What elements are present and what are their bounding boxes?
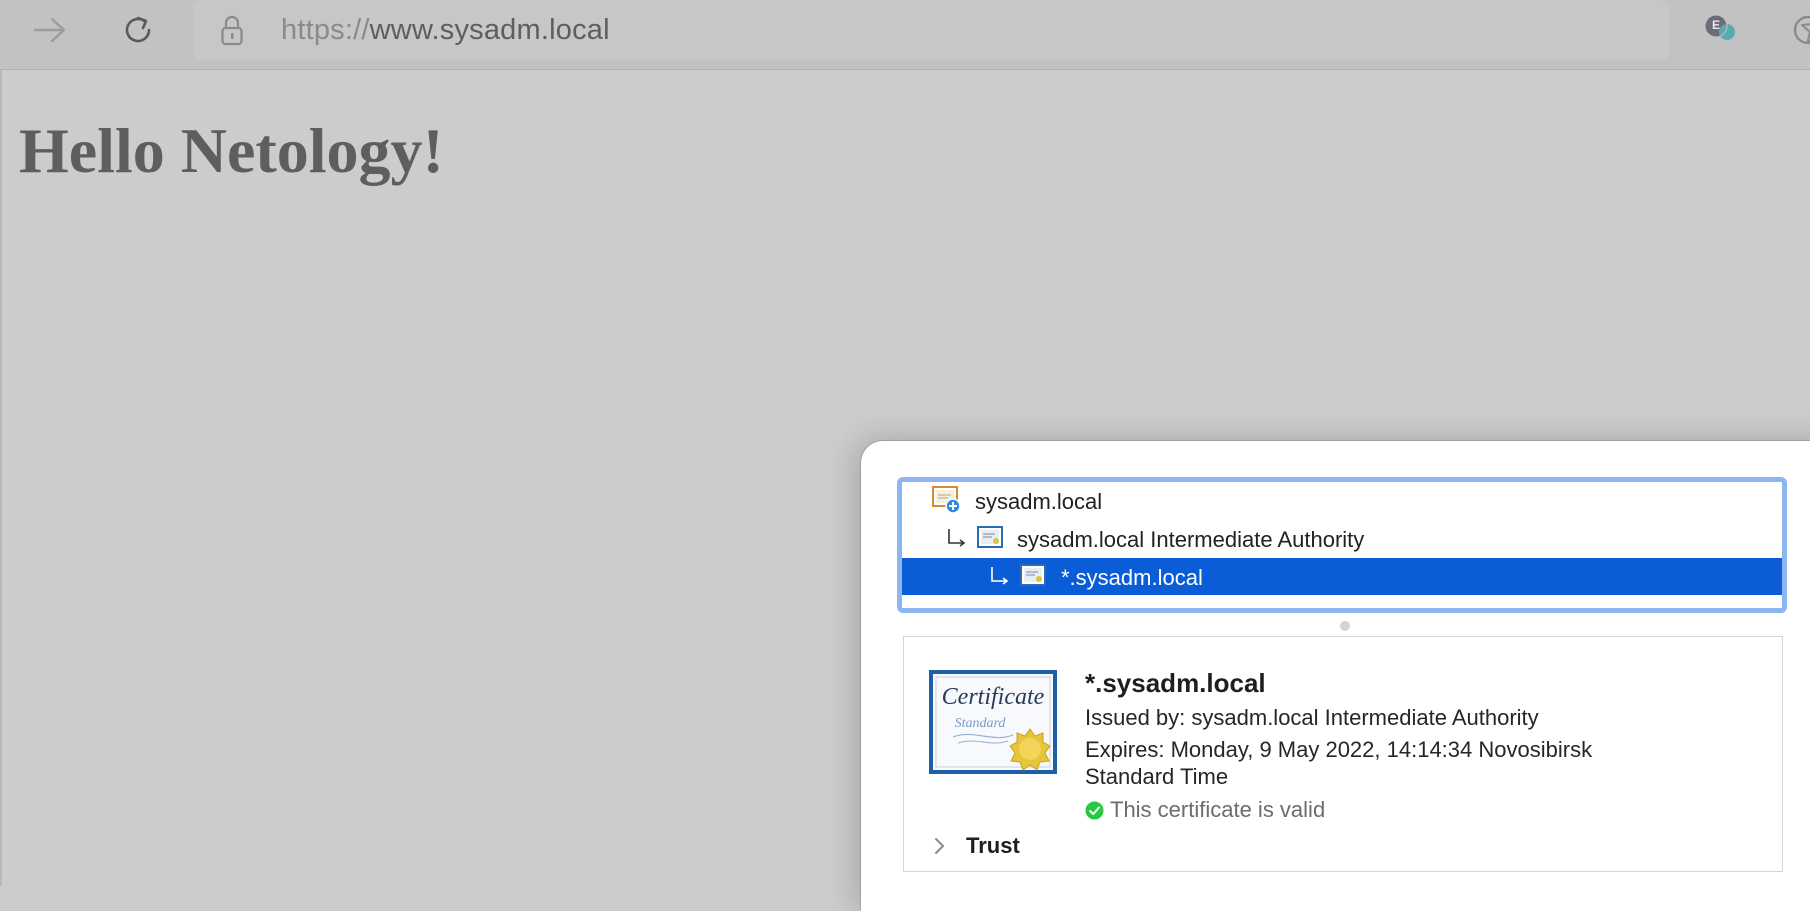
reload-button[interactable] xyxy=(116,8,160,52)
expires-text-continued: Standard Time xyxy=(1085,764,1229,789)
page-heading: Hello Netology! xyxy=(19,115,444,186)
certificate-chain-list[interactable]: sysadm.local sysadm.local Intermediate A… xyxy=(897,477,1787,613)
split-resize-handle[interactable] xyxy=(1340,621,1350,631)
chain-item-root[interactable]: sysadm.local xyxy=(902,482,1782,519)
chain-item-label: sysadm.local xyxy=(975,489,1103,514)
certificate-image-title: Certificate xyxy=(942,684,1045,710)
reload-icon xyxy=(125,16,151,43)
menu-circle-icon xyxy=(1793,15,1810,45)
certificate-image-icon: Certificate Standard xyxy=(929,670,1057,774)
certificate-icon xyxy=(977,526,1003,548)
chain-item-label: sysadm.local Intermediate Authority xyxy=(1017,527,1365,552)
url-text[interactable]: https://www.sysadm.local xyxy=(281,14,610,47)
chain-item-leaf[interactable]: *.sysadm.local xyxy=(902,558,1782,595)
menu-button[interactable] xyxy=(1790,12,1810,48)
trust-label: Trust xyxy=(966,833,1020,858)
trust-disclosure[interactable]: Trust xyxy=(934,833,1020,859)
address-bar[interactable]: https://www.sysadm.local xyxy=(193,0,1810,60)
validity-status: This certificate is valid xyxy=(1085,797,1325,823)
tree-branch-icon xyxy=(991,567,1009,585)
chain-item-intermediate[interactable]: sysadm.local Intermediate Authority xyxy=(902,520,1782,557)
root-certificate-icon xyxy=(932,486,961,514)
tree-branch-icon xyxy=(948,529,966,547)
lock-icon[interactable] xyxy=(221,14,243,46)
url-scheme: https:// xyxy=(281,14,370,46)
certificate-sheet: sysadm.local sysadm.local Intermediate A… xyxy=(861,441,1810,911)
profile-avatar[interactable]: E xyxy=(1702,10,1742,50)
url-host: www.sysadm.local xyxy=(369,14,610,46)
profile-initial: E xyxy=(1712,18,1721,32)
chevron-right-icon[interactable] xyxy=(934,837,946,855)
browser-toolbar: https://www.sysadm.local E xyxy=(0,0,1810,70)
profile-icon xyxy=(1704,14,1735,40)
forward-button[interactable] xyxy=(28,8,72,52)
arrow-right-icon xyxy=(33,17,66,43)
checkmark-circle-icon xyxy=(1085,801,1104,819)
validity-status-text: This certificate is valid xyxy=(1110,797,1326,822)
certificate-details: Certificate Standard *.sysadm.local Issu… xyxy=(903,636,1783,872)
chain-item-label: *.sysadm.local xyxy=(1061,565,1203,590)
issued-by-text: Issued by: sysadm.local Intermediate Aut… xyxy=(1085,705,1539,730)
certificate-icon xyxy=(1020,564,1046,586)
certificate-title: *.sysadm.local xyxy=(1085,668,1266,698)
certificate-image-subtitle: Standard xyxy=(955,716,1007,731)
expires-text: Expires: Monday, 9 May 2022, 14:14:34 No… xyxy=(1085,737,1593,762)
